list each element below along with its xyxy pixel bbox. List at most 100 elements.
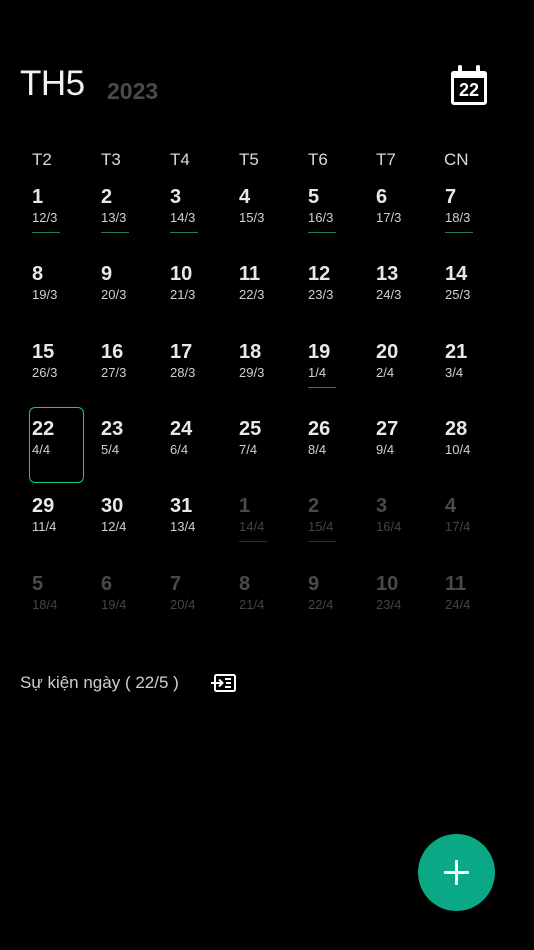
day-cell[interactable]: 5 16/3 [308,185,364,262]
lunar-date: 20/3 [101,287,127,302]
day-cell[interactable]: 10 23/4 [376,572,432,649]
day-cell[interactable]: 19 1/4 [308,340,364,417]
day-number: 9 [308,573,320,595]
lunar-date: 16/3 [308,210,334,225]
day-number: 10 [170,263,193,285]
day-cell[interactable]: 9 22/4 [308,572,364,649]
day-cell[interactable]: 16 27/3 [101,340,157,417]
day-number: 6 [101,573,113,595]
day-cell[interactable]: 2 13/3 [101,185,157,262]
day-number: 19 [308,341,331,363]
day-cell[interactable]: 3 14/3 [170,185,226,262]
day-cell[interactable]: 21 3/4 [445,340,501,417]
day-number: 3 [376,495,388,517]
day-number: 30 [101,495,124,517]
lunar-date: 19/3 [32,287,58,302]
day-cell[interactable]: 13 24/3 [376,262,432,339]
day-number: 27 [376,418,399,440]
lunar-date: 10/4 [445,442,471,457]
day-cell[interactable]: 25 7/4 [239,417,295,494]
day-cell[interactable]: 1 12/3 [32,185,88,262]
day-cell[interactable]: 8 21/4 [239,572,295,649]
lunar-date: 7/4 [239,442,258,457]
day-cell[interactable]: 3 16/4 [376,494,432,571]
day-cell[interactable]: 12 23/3 [308,262,364,339]
day-cell[interactable]: 24 6/4 [170,417,226,494]
day-number: 4 [239,186,251,208]
day-cell-selected[interactable]: 22 4/4 [29,407,88,494]
event-indicator [32,232,60,233]
lunar-date: 8/4 [308,442,327,457]
day-number: 13 [376,263,399,285]
event-indicator [101,232,129,233]
event-indicator [239,541,267,542]
day-cell[interactable]: 9 20/3 [101,262,157,339]
day-cell[interactable]: 17 28/3 [170,340,226,417]
day-cell[interactable]: 23 5/4 [101,417,157,494]
lunar-date: 15/3 [239,210,265,225]
event-indicator [445,232,473,233]
event-indicator [308,541,336,542]
lunar-date: 19/4 [101,597,127,612]
day-cell[interactable]: 1 14/4 [239,494,295,571]
day-cell[interactable]: 4 17/4 [445,494,501,571]
event-indicator [308,232,336,233]
day-cell[interactable]: 15 26/3 [32,340,88,417]
day-cell[interactable]: 27 9/4 [376,417,432,494]
lunar-date: 21/4 [239,597,265,612]
day-cell[interactable]: 14 25/3 [445,262,501,339]
day-cell[interactable]: 18 29/3 [239,340,295,417]
event-indicator [170,232,198,233]
lunar-date: 14/3 [170,210,196,225]
day-number: 6 [376,186,388,208]
lunar-date: 3/4 [445,365,464,380]
day-cell[interactable]: 4 15/3 [239,185,295,262]
day-cell[interactable]: 6 19/4 [101,572,157,649]
day-cell[interactable]: 30 12/4 [101,494,157,571]
day-number: 7 [170,573,182,595]
day-number: 2 [308,495,320,517]
day-cell[interactable]: 7 20/4 [170,572,226,649]
lunar-date: 22/3 [239,287,265,302]
event-indicator [308,387,336,388]
lunar-date: 12/4 [101,519,127,534]
lunar-date: 12/3 [32,210,58,225]
day-cell[interactable]: 29 11/4 [32,494,88,571]
day-cell[interactable]: 26 8/4 [308,417,364,494]
day-number: 18 [239,341,262,363]
day-number: 26 [308,418,331,440]
day-cell[interactable]: 5 18/4 [32,572,88,649]
import-events-icon[interactable] [211,673,237,693]
day-number: 7 [445,186,457,208]
day-cell[interactable]: 11 22/3 [239,262,295,339]
day-cell[interactable]: 28 10/4 [445,417,501,494]
lunar-date: 27/3 [101,365,127,380]
day-cell[interactable]: 20 2/4 [376,340,432,417]
day-cell[interactable]: 10 21/3 [170,262,226,339]
lunar-date: 6/4 [170,442,189,457]
lunar-date: 23/4 [376,597,402,612]
day-cell[interactable]: 31 13/4 [170,494,226,571]
day-cell[interactable]: 2 15/4 [308,494,364,571]
day-cell[interactable]: 11 24/4 [445,572,501,649]
lunar-date: 23/3 [308,287,334,302]
plus-icon-vertical [455,860,458,885]
day-number: 5 [308,186,320,208]
lunar-date: 24/4 [445,597,471,612]
lunar-date: 9/4 [376,442,395,457]
lunar-date: 21/3 [170,287,196,302]
day-number: 22 [32,418,55,440]
day-number: 15 [32,341,55,363]
day-cell[interactable]: 8 19/3 [32,262,88,339]
lunar-date: 17/3 [376,210,402,225]
add-event-button[interactable] [418,834,495,911]
day-number: 12 [308,263,331,285]
day-cell[interactable]: 7 18/3 [445,185,501,262]
day-number: 16 [101,341,124,363]
day-number: 21 [445,341,468,363]
day-number: 1 [32,186,44,208]
lunar-date: 24/3 [376,287,402,302]
day-cell[interactable]: 6 17/3 [376,185,432,262]
day-number: 2 [101,186,113,208]
day-number: 3 [170,186,182,208]
